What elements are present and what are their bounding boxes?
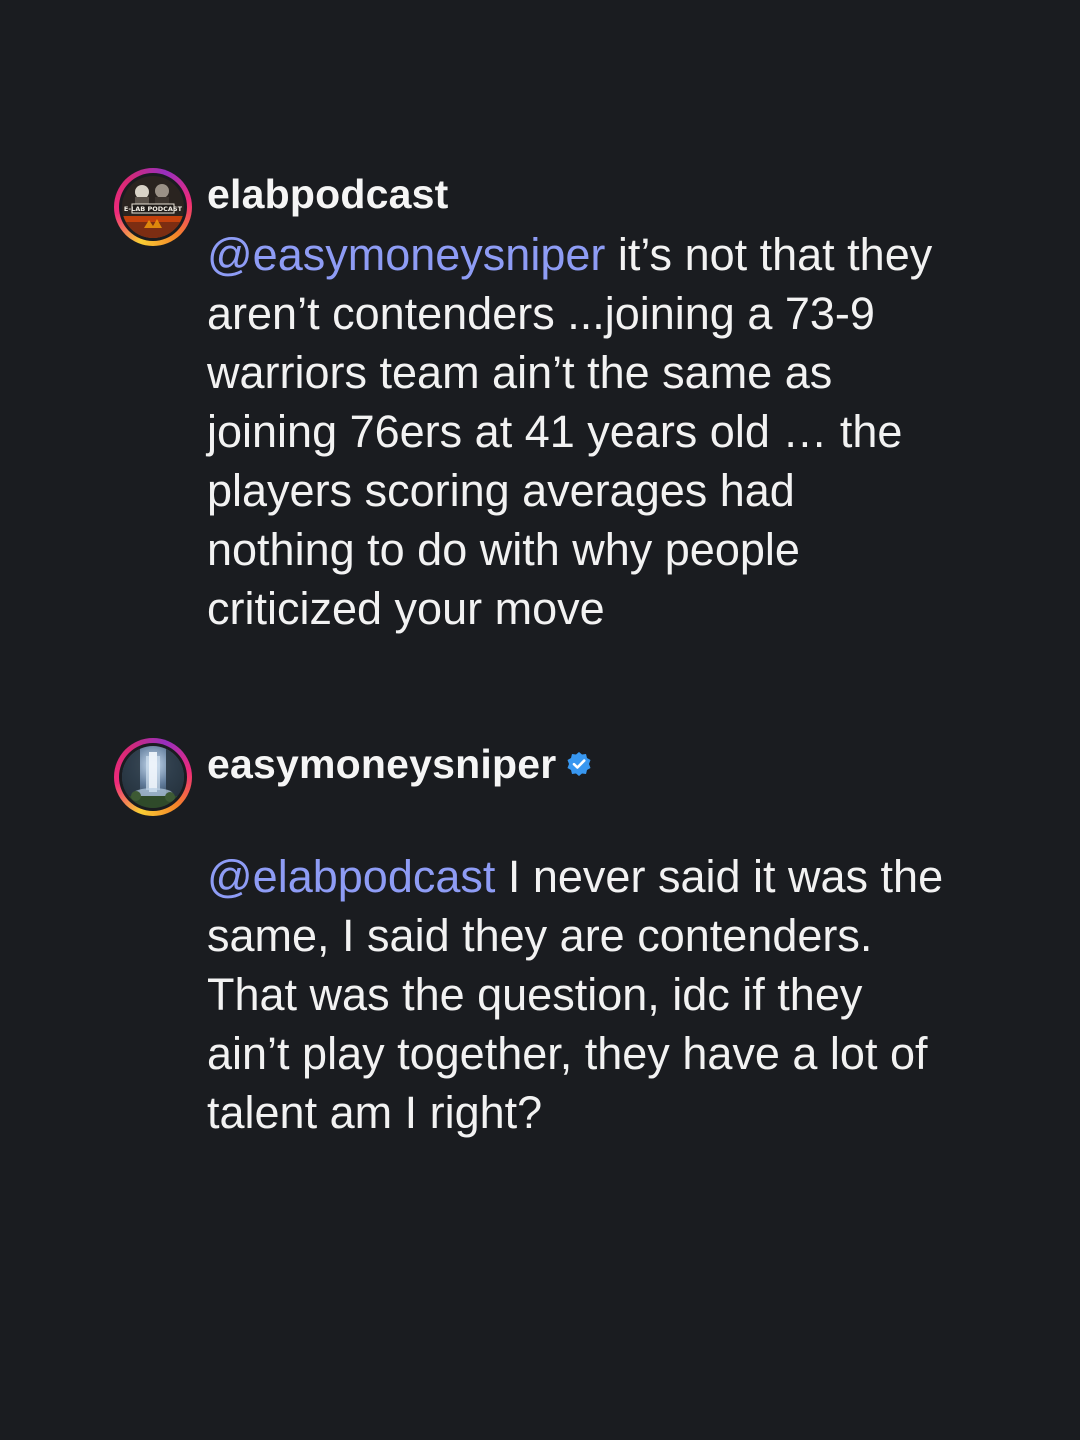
comment-text: @easymoneysniper it’s not that they aren… bbox=[207, 225, 947, 638]
comment-body: it’s not that they aren’t contenders ...… bbox=[207, 229, 933, 634]
avatar-logo-text: E-LAB PODCAST bbox=[124, 205, 183, 213]
waterfall-avatar bbox=[122, 746, 184, 808]
avatar-elabpodcast[interactable]: E-LAB PODCAST bbox=[114, 168, 192, 246]
comment-username[interactable]: elabpodcast bbox=[207, 171, 448, 218]
mention-link[interactable]: @elabpodcast bbox=[207, 851, 495, 902]
comment-thread: E-LAB PODCAST elabpodcast @easymoneysnip… bbox=[0, 0, 1080, 1440]
verified-badge-icon bbox=[566, 751, 592, 777]
waterfall-icon bbox=[122, 746, 184, 808]
comment-username[interactable]: easymoneysniper bbox=[207, 741, 556, 788]
elab-podcast-logo-avatar: E-LAB PODCAST bbox=[122, 176, 184, 238]
avatar-easymoneysniper[interactable] bbox=[114, 738, 192, 816]
podcast-logo-icon: E-LAB PODCAST bbox=[122, 176, 184, 238]
mention-link[interactable]: @easymoneysniper bbox=[207, 229, 605, 280]
comment-text: @elabpodcast I never said it was the sam… bbox=[207, 847, 947, 1142]
